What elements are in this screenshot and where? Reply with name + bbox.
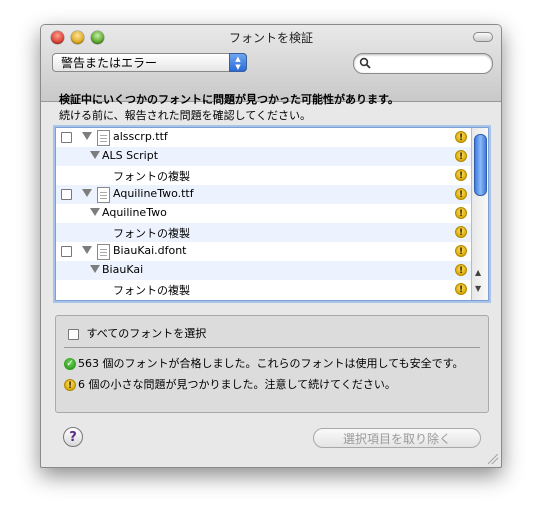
checkmark-icon: ✓ [64, 358, 76, 370]
warning-icon: ! [455, 131, 467, 143]
passed-status-text: 563 個のフォントが合格しました。これらのフォントは使用しても安全です。 [78, 357, 464, 370]
warning-icon: ! [455, 207, 467, 219]
warning-message-detail: 続ける前に、報告された問題を確認してください。 [59, 109, 312, 122]
list-row-issue[interactable]: フォントの複製 ! [56, 223, 471, 242]
font-name: ALS Script [102, 149, 159, 162]
font-file-icon [97, 130, 110, 146]
font-file-icon [97, 187, 110, 203]
select-all-box[interactable] [68, 328, 79, 340]
vertical-scrollbar[interactable]: ▲ ▼ [471, 128, 488, 300]
font-file-name: alsscrp.ttf [113, 130, 168, 143]
warning-icon: ! [455, 283, 467, 295]
font-file-name: BiauKai.dfont [113, 244, 187, 257]
row-checkbox[interactable] [61, 189, 72, 200]
disclosure-triangle-icon[interactable] [90, 208, 100, 216]
search-field[interactable] [353, 53, 493, 74]
font-name: BiauKai [102, 263, 144, 276]
font-file-name: AquilineTwo.ttf [113, 187, 194, 200]
warning-icon: ! [455, 226, 467, 238]
warning-message-title: 検証中にいくつかのフォントに問題が見つかった可能性があります。 [59, 93, 399, 106]
search-input[interactable] [374, 55, 488, 72]
window-title: フォントを検証 [228, 31, 313, 45]
scroll-up-arrow-icon[interactable]: ▲ [475, 268, 481, 277]
warning-icon: ! [455, 150, 467, 162]
filter-popup[interactable]: 警告またはエラー ▲ ▼ [52, 53, 247, 72]
disclosure-triangle-icon[interactable] [90, 151, 100, 159]
list-row-file[interactable]: AquilineTwo.ttf ! [56, 185, 471, 204]
disclosure-triangle-icon[interactable] [82, 132, 92, 140]
disclosure-triangle-icon[interactable] [82, 189, 92, 197]
disclosure-triangle-icon[interactable] [82, 246, 92, 254]
warning-status-text: 6 個の小さな問題が見つかりました。注意して続けてください。 [78, 378, 396, 391]
font-validation-window: フォントを検証 警告またはエラー ▲ ▼ 検証中にいくつかのフォントに問題が見つか… [40, 24, 502, 468]
list-row-font[interactable]: ALS Script ! [56, 147, 471, 166]
warning-icon: ! [455, 169, 467, 181]
list-row-font[interactable]: AquilineTwo ! [56, 204, 471, 223]
warning-icon: ! [455, 245, 467, 257]
passed-status: ✓ 563 個のフォントが合格しました。これらのフォントは使用しても安全です。 [64, 355, 464, 371]
filter-popup-value: 警告またはエラー [61, 56, 158, 70]
row-checkbox[interactable] [61, 246, 72, 257]
help-button[interactable]: ? [63, 427, 83, 447]
font-name: AquilineTwo [102, 206, 167, 219]
warning-status: ! 6 個の小さな問題が見つかりました。注意して続けてください。 [64, 376, 396, 392]
issue-label: フォントの複製 [113, 284, 190, 297]
scrollbar-thumb[interactable] [474, 134, 487, 196]
summary-panel: すべてのフォントを選択 ✓ 563 個のフォントが合格しました。これらのフォントは… [55, 315, 489, 413]
resize-grip-icon[interactable] [488, 454, 498, 464]
font-issue-list[interactable]: alsscrp.ttf ! ALS Script ! フォントの複製 ! Aqu… [55, 127, 489, 301]
divider [64, 347, 480, 348]
font-file-icon [97, 244, 110, 260]
issue-label: フォントの複製 [113, 170, 190, 183]
row-checkbox[interactable] [61, 132, 72, 143]
list-row-issue[interactable]: フォントの複製 ! [56, 166, 471, 185]
issue-label: フォントの複製 [113, 227, 190, 240]
select-all-checkbox[interactable]: すべてのフォントを選択 [68, 325, 206, 341]
list-row-issue[interactable]: フォントの複製 ! [56, 280, 471, 299]
popup-arrows-icon: ▲ ▼ [229, 53, 247, 72]
list-row-file[interactable]: BiauKai.dfont ! [56, 242, 471, 261]
list-row-font[interactable]: BiauKai ! [56, 261, 471, 280]
warning-icon: ! [64, 379, 76, 391]
search-icon [359, 57, 371, 69]
warning-icon: ! [455, 188, 467, 200]
disclosure-triangle-icon[interactable] [90, 265, 100, 273]
remove-selected-button[interactable]: 選択項目を取り除く [313, 428, 481, 448]
select-all-label: すべてのフォントを選択 [86, 327, 207, 340]
scroll-down-arrow-icon[interactable]: ▼ [475, 284, 481, 293]
list-row-file[interactable]: alsscrp.ttf ! [56, 128, 471, 147]
toolbar-toggle-button[interactable] [473, 32, 493, 42]
warning-icon: ! [455, 264, 467, 276]
